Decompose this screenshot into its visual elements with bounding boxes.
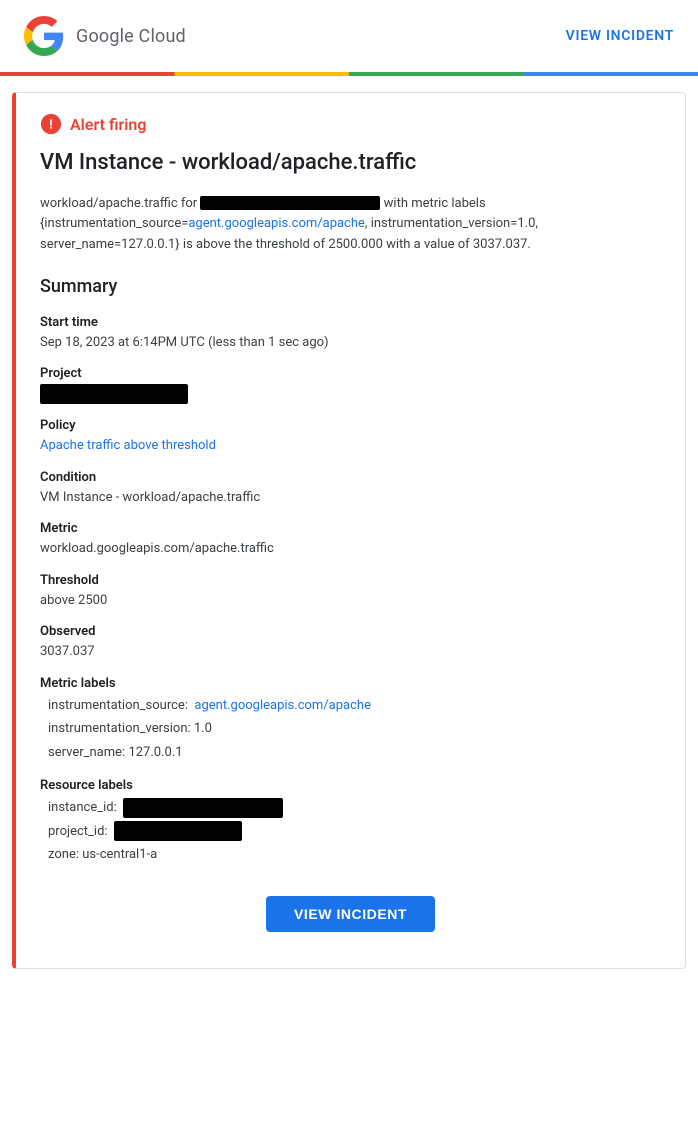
policy-value: Apache traffic above threshold	[40, 436, 661, 456]
resource-labels-list: instance_id: project_id: zone: us-centra…	[48, 796, 661, 866]
project-redacted	[40, 384, 188, 404]
view-incident-button[interactable]: VIEW INCIDENT	[266, 896, 435, 932]
observed-section: Observed 3037.037	[40, 624, 661, 662]
resource-labels-section: Resource labels instance_id: project_id:…	[40, 778, 661, 866]
google-cloud-text: Google Cloud	[76, 26, 186, 47]
resource-labels-label: Resource labels	[40, 778, 661, 793]
view-incident-header-link[interactable]: VIEW INCIDENT	[566, 28, 674, 44]
incident-title: VM Instance - workload/apache.traffic	[40, 149, 661, 178]
color-divider	[0, 72, 698, 76]
project-id-row: project_id:	[48, 820, 661, 843]
project-value	[40, 384, 661, 404]
description-prefix: workload/apache.traffic for	[40, 196, 197, 211]
policy-link[interactable]: Apache traffic above threshold	[40, 438, 216, 453]
instrumentation-source-label: instrumentation_source:	[48, 698, 188, 713]
google-cloud-logo-svg	[24, 16, 64, 56]
metric-section: Metric workload.googleapis.com/apache.tr…	[40, 521, 661, 559]
logo-container: Google Cloud	[24, 16, 186, 56]
description-link[interactable]: agent.googleapis.com/apache	[188, 216, 365, 231]
server-name-value: 127.0.0.1	[128, 745, 182, 760]
server-name-row: server_name: 127.0.0.1	[48, 741, 661, 764]
zone-value: us-central1-a	[82, 847, 157, 862]
start-time-label: Start time	[40, 315, 661, 330]
instrumentation-version-row: instrumentation_version: 1.0	[48, 717, 661, 740]
instrumentation-source-link[interactable]: agent.googleapis.com/apache	[194, 698, 371, 713]
condition-section: Condition VM Instance - workload/apache.…	[40, 470, 661, 508]
threshold-label: Threshold	[40, 573, 661, 588]
server-name-label: server_name:	[48, 745, 125, 760]
instance-id-redacted	[123, 798, 283, 818]
start-time-section: Start time Sep 18, 2023 at 6:14PM UTC (l…	[40, 315, 661, 353]
instrumentation-version-value: 1.0	[194, 721, 212, 736]
zone-row: zone: us-central1-a	[48, 843, 661, 866]
condition-label: Condition	[40, 470, 661, 485]
observed-value: 3037.037	[40, 642, 661, 662]
google-logo	[24, 16, 64, 56]
policy-section: Policy Apache traffic above threshold	[40, 418, 661, 456]
alert-card: ! Alert firing VM Instance - workload/ap…	[12, 92, 686, 969]
observed-label: Observed	[40, 624, 661, 639]
project-section: Project	[40, 366, 661, 404]
start-time-value: Sep 18, 2023 at 6:14PM UTC (less than 1 …	[40, 333, 661, 353]
instance-id-row: instance_id:	[48, 796, 661, 819]
project-label: Project	[40, 366, 661, 381]
threshold-section: Threshold above 2500	[40, 573, 661, 611]
summary-title: Summary	[40, 276, 661, 297]
metric-value: workload.googleapis.com/apache.traffic	[40, 539, 661, 559]
alert-error-icon: !	[40, 113, 62, 135]
alert-firing-label: Alert firing	[70, 115, 146, 134]
svg-text:!: !	[49, 117, 53, 132]
metric-label: Metric	[40, 521, 661, 536]
alert-description: workload/apache.traffic for with metric …	[40, 194, 661, 256]
project-id-redacted	[114, 821, 242, 841]
header: Google Cloud VIEW INCIDENT	[0, 0, 698, 72]
policy-label: Policy	[40, 418, 661, 433]
instance-id-label: instance_id:	[48, 800, 117, 815]
footer-btn-container: VIEW INCIDENT	[40, 896, 661, 932]
threshold-value: above 2500	[40, 591, 661, 611]
redacted-instance	[200, 196, 380, 210]
instrumentation-source-row: instrumentation_source: agent.googleapis…	[48, 694, 661, 717]
alert-firing-row: ! Alert firing	[40, 113, 661, 135]
metric-labels-label: Metric labels	[40, 676, 661, 691]
condition-value: VM Instance - workload/apache.traffic	[40, 488, 661, 508]
project-id-label: project_id:	[48, 824, 108, 839]
metric-labels-section: Metric labels instrumentation_source: ag…	[40, 676, 661, 764]
metric-labels-list: instrumentation_source: agent.googleapis…	[48, 694, 661, 764]
zone-label: zone:	[48, 847, 79, 862]
instrumentation-version-label: instrumentation_version:	[48, 721, 191, 736]
